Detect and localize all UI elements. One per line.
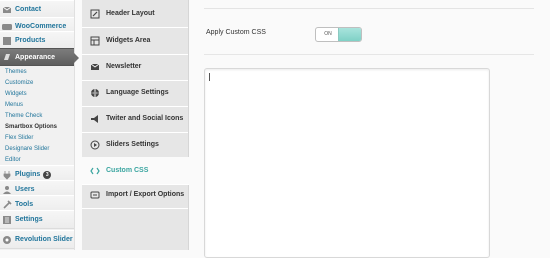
- tab-label: Widgets Area: [106, 37, 151, 44]
- woocommerce-icon: [2, 22, 12, 32]
- theme-options-tabs: Header Layout Widgets Area Newsletter La…: [82, 0, 189, 250]
- tab-label: Import / Export Options: [106, 191, 185, 198]
- toggle-knob[interactable]: [338, 28, 361, 41]
- tab-twitter-social-icons[interactable]: Twiter and Social Icons: [82, 105, 188, 133]
- menu-item-settings[interactable]: Settings: [0, 210, 74, 229]
- wp-admin-sidebar: Contact WooCommerce Products Appearance …: [0, 0, 79, 250]
- globe-icon: [90, 88, 100, 98]
- tab-label: Header Layout: [106, 10, 155, 17]
- submenu-smartbox-options[interactable]: Smartbox Options: [0, 122, 74, 133]
- menu-label: Users: [15, 186, 35, 193]
- settings-icon: [2, 215, 12, 225]
- tab-header-layout[interactable]: Header Layout: [82, 0, 188, 28]
- apply-custom-css-label: Apply Custom CSS: [206, 29, 266, 36]
- section-divider: [204, 54, 534, 55]
- submenu-flex-slider[interactable]: Flex Slider: [0, 133, 74, 144]
- tab-label: Language Settings: [106, 89, 169, 96]
- play-icon: [90, 140, 100, 150]
- submenu-customize[interactable]: Customize: [0, 78, 74, 89]
- menu-label: Contact: [15, 6, 42, 13]
- tab-label: Newsletter: [106, 63, 142, 70]
- menu-label: Plugins: [15, 171, 41, 178]
- tab-import-export[interactable]: Import / Export Options: [82, 181, 188, 209]
- tools-icon: [2, 199, 12, 210]
- apply-custom-css-toggle[interactable]: ON: [315, 27, 362, 42]
- tab-sliders-settings[interactable]: Sliders Settings: [82, 131, 188, 159]
- tab-newsletter[interactable]: Newsletter: [82, 53, 188, 81]
- revolution-slider-icon: [2, 235, 12, 245]
- menu-item-revolution-slider[interactable]: Revolution Slider: [0, 230, 74, 249]
- menu-label: Revolution Slider: [15, 236, 73, 243]
- megaphone-icon: [90, 114, 100, 124]
- submenu-designare-slider[interactable]: Designare Slider: [0, 144, 74, 155]
- users-icon: [2, 185, 12, 195]
- menu-item-appearance[interactable]: Appearance: [0, 48, 79, 66]
- update-count-badge: 3: [43, 170, 52, 179]
- tab-label: Twiter and Social Icons: [106, 115, 184, 122]
- submenu-theme-check[interactable]: Theme Check: [0, 111, 74, 122]
- envelope-icon: [90, 62, 100, 72]
- products-icon: [2, 36, 12, 46]
- menu-label: Products: [15, 37, 46, 44]
- css-icon: [90, 166, 100, 176]
- toggle-state-label: ON: [324, 31, 332, 37]
- import-export-icon: [90, 190, 100, 200]
- submenu-themes[interactable]: Themes: [0, 67, 74, 78]
- mail-icon: [2, 5, 12, 15]
- submenu-menus[interactable]: Menus: [0, 100, 74, 111]
- menu-label: WooCommerce: [15, 23, 67, 30]
- tab-widgets-area[interactable]: Widgets Area: [82, 27, 188, 55]
- plugins-icon: [2, 170, 12, 180]
- appearance-icon: [2, 52, 12, 62]
- menu-label: Settings: [15, 216, 43, 223]
- menu-label: Tools: [15, 201, 34, 208]
- submenu-widgets[interactable]: Widgets: [0, 89, 74, 100]
- widgets-icon: [90, 36, 100, 46]
- menu-label: Appearance: [15, 53, 56, 61]
- top-divider: [204, 8, 534, 9]
- text-caret: [209, 73, 210, 81]
- custom-css-panel: Apply Custom CSS ON: [190, 0, 550, 258]
- tab-language-settings[interactable]: Language Settings: [82, 79, 188, 107]
- pencil-icon: [90, 9, 100, 19]
- tab-label: Custom CSS: [106, 167, 149, 174]
- tab-label: Sliders Settings: [106, 141, 159, 148]
- custom-css-textarea[interactable]: [204, 68, 490, 258]
